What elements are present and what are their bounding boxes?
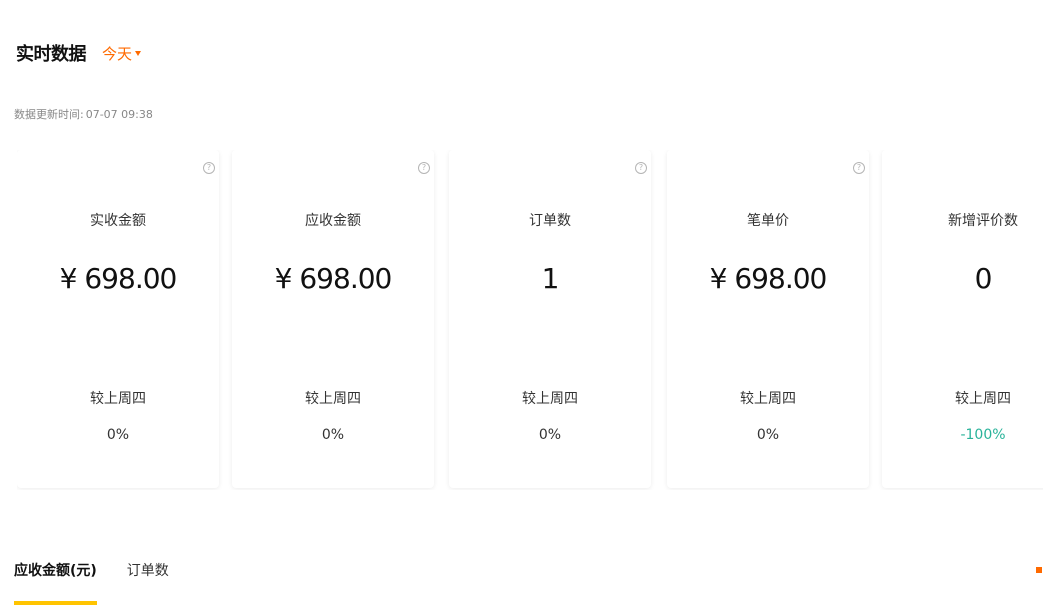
metric-label: 实收金额 bbox=[90, 213, 146, 229]
question-circle-icon[interactable]: ? bbox=[635, 162, 647, 174]
metric-value: 0 bbox=[974, 262, 993, 295]
update-time-label: 数据更新时间: bbox=[14, 108, 84, 121]
update-time: 数据更新时间: 07-07 09:38 bbox=[14, 106, 153, 122]
metric-card-order-count: ? 订单数 1 较上周四 0% bbox=[449, 150, 651, 488]
legend-square-icon bbox=[1036, 567, 1042, 573]
period-selector[interactable]: 今天 bbox=[102, 43, 142, 64]
metric-card-received-amount: ? 实收金额 ¥ 698.00 较上周四 0% bbox=[17, 150, 219, 488]
metric-label: 应收金额 bbox=[305, 213, 361, 229]
compare-value: 0% bbox=[756, 427, 780, 443]
metric-value: ¥ 698.00 bbox=[59, 262, 178, 295]
update-time-value: 07-07 09:38 bbox=[85, 107, 153, 121]
compare-value: 0% bbox=[321, 427, 345, 443]
compare-value: -100% bbox=[960, 427, 1006, 443]
question-circle-icon[interactable]: ? bbox=[418, 162, 430, 174]
metric-label: 新增评价数 bbox=[948, 213, 1018, 229]
tab-receivable-amount[interactable]: 应收金额(元) bbox=[14, 556, 97, 605]
metric-label: 笔单价 bbox=[747, 213, 789, 229]
question-circle-icon[interactable]: ? bbox=[853, 162, 865, 174]
metric-value: ¥ 698.00 bbox=[274, 262, 393, 295]
compare-label: 较上周四 bbox=[522, 391, 578, 407]
metric-cards: ? 实收金额 ¥ 698.00 较上周四 0% ? 应收金额 ¥ 698.00 … bbox=[17, 150, 1043, 490]
metric-label: 订单数 bbox=[529, 213, 571, 229]
metric-value: 1 bbox=[541, 262, 560, 295]
compare-value: 0% bbox=[106, 427, 130, 443]
compare-label: 较上周四 bbox=[955, 391, 1011, 407]
chart-tabs: 应收金额(元) 订单数 bbox=[14, 556, 199, 605]
tab-order-count[interactable]: 订单数 bbox=[127, 556, 169, 605]
compare-label: 较上周四 bbox=[305, 391, 361, 407]
metric-card-new-reviews: 新增评价数 0 较上周四 -100% bbox=[882, 150, 1043, 488]
compare-value: 0% bbox=[538, 427, 562, 443]
question-circle-icon[interactable]: ? bbox=[203, 162, 215, 174]
compare-label: 较上周四 bbox=[740, 391, 796, 407]
caret-down-icon[interactable] bbox=[135, 50, 142, 56]
compare-label: 较上周四 bbox=[90, 391, 146, 407]
period-label[interactable]: 今天 bbox=[102, 43, 132, 64]
page-title: 实时数据 bbox=[16, 44, 87, 65]
metric-card-receivable-amount: ? 应收金额 ¥ 698.00 较上周四 0% bbox=[232, 150, 434, 488]
page-header: 实时数据 今天 bbox=[16, 38, 142, 68]
metric-card-average-order-price: ? 笔单价 ¥ 698.00 较上周四 0% bbox=[667, 150, 869, 488]
metric-value: ¥ 698.00 bbox=[709, 262, 828, 295]
